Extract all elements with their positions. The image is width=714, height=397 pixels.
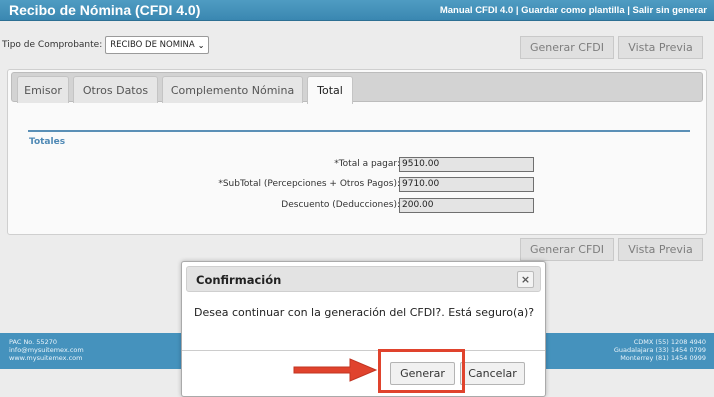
save-template-link[interactable]: Guardar como plantilla xyxy=(521,5,624,16)
tipo-comprobante: Tipo de Comprobante: RECIBO DE NOMINA ⌄ xyxy=(2,36,210,54)
descuento-field[interactable]: 200.00 xyxy=(399,198,534,213)
phone-cdmx: CDMX (55) 1208 4940 xyxy=(633,338,706,346)
footer-contact-right: CDMX (55) 1208 4940 Guadalajara (33) 145… xyxy=(614,338,706,362)
tipo-comprobante-select[interactable]: RECIBO DE NOMINA ⌄ xyxy=(105,36,210,54)
phone-monterrey: Monterrey (81) 1454 0999 xyxy=(620,354,706,362)
descuento-row: Descuento (Deducciones): 200.00 xyxy=(8,198,708,213)
tipo-comprobante-label: Tipo de Comprobante: xyxy=(2,40,103,50)
cancel-button[interactable]: Cancelar xyxy=(460,362,525,385)
contact-email: info@mysuitemex.com xyxy=(9,346,84,354)
close-icon[interactable]: × xyxy=(517,271,534,288)
generate-cfdi-button-top[interactable]: Generar CFDI xyxy=(520,36,614,59)
subtotal-field[interactable]: 9710.00 xyxy=(399,177,534,192)
tab-total[interactable]: Total xyxy=(307,76,353,104)
pointer-arrow-icon xyxy=(293,358,378,382)
total-a-pagar-row: *Total a pagar: 9510.00 xyxy=(8,157,708,172)
preview-button-bottom[interactable]: Vista Previa xyxy=(618,238,703,261)
tipo-comprobante-value: RECIBO DE NOMINA xyxy=(110,40,195,50)
generate-cfdi-button-bottom[interactable]: Generar CFDI xyxy=(520,238,614,261)
tab-otros-datos[interactable]: Otros Datos xyxy=(73,76,158,103)
website-link[interactable]: www.mysuitemex.com xyxy=(9,354,84,362)
descuento-label: Descuento (Deducciones): xyxy=(281,200,400,210)
header-links: Manual CFDI 4.0 | Guardar como plantilla… xyxy=(439,5,707,16)
exit-without-generate-link[interactable]: Salir sin generar xyxy=(633,5,707,16)
tab-emisor[interactable]: Emisor xyxy=(17,76,69,103)
app-header: Recibo de Nómina (CFDI 4.0) Manual CFDI … xyxy=(0,0,714,21)
dialog-message: Desea continuar con la generación del CF… xyxy=(194,306,535,319)
tab-bar: Emisor Otros Datos Complemento Nómina To… xyxy=(11,72,703,104)
subtotal-row: *SubTotal (Percepciones + Otros Pagos): … xyxy=(8,177,708,192)
footer-contact-left: PAC No. 55270 info@mysuitemex.com www.my… xyxy=(9,338,84,362)
main-panel: Emisor Otros Datos Complemento Nómina To… xyxy=(7,69,707,235)
manual-link[interactable]: Manual CFDI 4.0 xyxy=(440,5,513,16)
dialog-divider xyxy=(182,350,545,351)
subtotal-label: *SubTotal (Percepciones + Otros Pagos): xyxy=(218,179,400,189)
totales-section-title: Totales xyxy=(29,137,66,147)
total-a-pagar-label: *Total a pagar: xyxy=(334,159,400,169)
phone-guadalajara: Guadalajara (33) 1454 0799 xyxy=(613,346,706,354)
chevron-down-icon: ⌄ xyxy=(197,40,205,50)
dialog-title: Confirmación xyxy=(196,273,282,287)
preview-button-top[interactable]: Vista Previa xyxy=(618,36,703,59)
tab-complemento-nomina[interactable]: Complemento Nómina xyxy=(162,76,303,103)
total-a-pagar-field[interactable]: 9510.00 xyxy=(399,157,534,172)
section-divider xyxy=(28,130,690,132)
highlight-box xyxy=(378,349,465,393)
page-title: Recibo de Nómina (CFDI 4.0) xyxy=(9,2,201,18)
pac-number: PAC No. 55270 xyxy=(9,338,57,346)
dialog-titlebar: Confirmación × xyxy=(186,266,541,292)
